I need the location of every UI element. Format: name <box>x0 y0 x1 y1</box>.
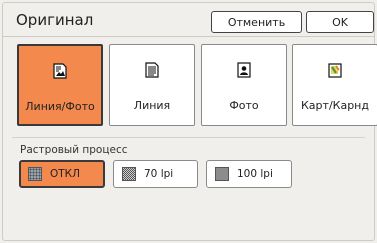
mode-label: Линия <box>133 99 171 112</box>
section-divider <box>12 137 365 138</box>
screen-70-swatch-icon <box>122 167 136 181</box>
screening-option-label: ОТКЛ <box>50 168 81 180</box>
screening-option-label: 100 lpi <box>237 168 273 180</box>
mode-button-text[interactable]: Линия <box>109 44 195 126</box>
screen-off-swatch-icon <box>28 167 42 181</box>
dialog-header: Оригинал Отменить OK <box>3 3 374 37</box>
mode-label: Фото <box>229 99 259 112</box>
dialog-title: Оригинал <box>16 11 94 29</box>
photo-portrait-icon <box>237 62 251 78</box>
mode-label: Карт/Карнд <box>301 99 369 112</box>
mode-label: Линия/Фото <box>25 100 95 113</box>
cancel-button[interactable]: Отменить <box>211 11 302 33</box>
screening-option-label: 70 lpi <box>144 168 174 180</box>
screening-option-100lpi[interactable]: 100 lpi <box>206 160 292 188</box>
screen-100-swatch-icon <box>215 167 229 181</box>
text-photo-icon <box>53 63 67 79</box>
screening-option-off[interactable]: ОТКЛ <box>19 160 105 188</box>
screening-section-label: Растровый процесс <box>20 144 128 156</box>
screening-option-70lpi[interactable]: 70 lpi <box>113 160 198 188</box>
text-document-icon <box>145 62 159 78</box>
ok-button[interactable]: OK <box>306 11 374 33</box>
map-pencil-icon <box>328 63 342 78</box>
mode-button-text-photo[interactable]: Линия/Фото <box>17 44 103 126</box>
mode-button-map-pencil[interactable]: Карт/Карнд <box>292 44 377 126</box>
mode-button-photo[interactable]: Фото <box>201 44 287 126</box>
